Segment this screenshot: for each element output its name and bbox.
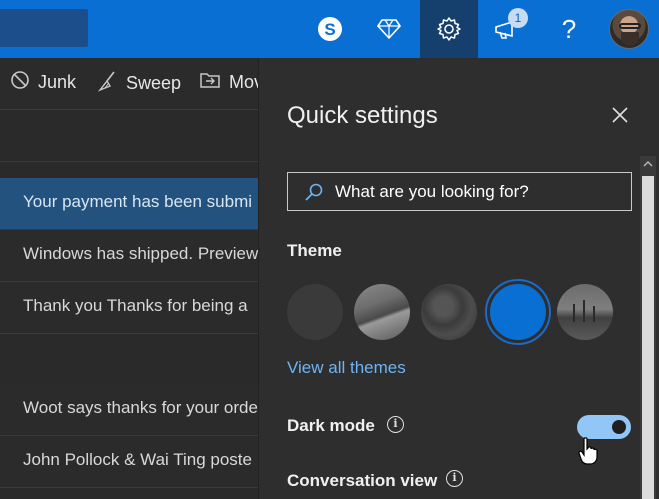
skype-button[interactable]: S bbox=[301, 0, 359, 58]
dark-mode-label: Dark mode bbox=[287, 416, 375, 435]
search-placeholder: What are you looking for? bbox=[335, 182, 529, 201]
theme-swatch-texture[interactable] bbox=[421, 284, 477, 340]
help-icon: ? bbox=[561, 13, 577, 44]
settings-button[interactable] bbox=[420, 0, 478, 58]
info-icon[interactable]: i bbox=[446, 470, 463, 487]
theme-heading: Theme bbox=[287, 241, 342, 260]
panel-title: Quick settings bbox=[287, 102, 438, 129]
whats-new-button[interactable]: 1 bbox=[480, 0, 538, 58]
settings-search-input[interactable]: What are you looking for? bbox=[287, 172, 632, 211]
sweep-command[interactable]: Sweep bbox=[96, 70, 181, 97]
account-button[interactable] bbox=[600, 0, 658, 58]
premium-diamond-icon bbox=[377, 18, 401, 40]
message-preview: Woot says thanks for your orde bbox=[23, 398, 258, 417]
list-item[interactable]: Woot says thanks for your orde bbox=[0, 384, 260, 436]
theme-swatch-dark[interactable] bbox=[287, 284, 343, 340]
list-group-header bbox=[0, 110, 260, 162]
theme-swatch-blue-selected[interactable] bbox=[485, 279, 551, 345]
close-button[interactable] bbox=[609, 104, 631, 126]
avatar bbox=[609, 9, 649, 49]
toggle-knob bbox=[612, 420, 626, 434]
message-preview: Your payment has been submi bbox=[23, 192, 253, 211]
hand-cursor-icon bbox=[578, 437, 598, 470]
close-icon bbox=[609, 107, 631, 130]
list-item[interactable]: Windows has shipped. Preview bbox=[0, 230, 260, 282]
junk-label: Junk bbox=[38, 72, 77, 92]
sweep-label: Sweep bbox=[126, 73, 182, 93]
panel-scrollbar[interactable] bbox=[640, 156, 656, 499]
svg-text:S: S bbox=[324, 20, 335, 39]
theme-swatch-palms[interactable] bbox=[557, 284, 613, 340]
message-preview: Thank you Thanks for being a bbox=[23, 296, 248, 315]
skype-icon: S bbox=[316, 15, 344, 43]
dark-mode-toggle[interactable] bbox=[577, 415, 631, 439]
search-icon bbox=[304, 182, 324, 207]
move-to-folder-icon bbox=[199, 70, 221, 95]
broom-icon bbox=[96, 70, 118, 97]
move-command[interactable]: Mov bbox=[199, 70, 263, 95]
list-item[interactable]: Your payment has been submi bbox=[0, 178, 260, 230]
message-preview: John Pollock & Wai Ting poste bbox=[23, 450, 252, 469]
theme-swatch-landscape[interactable] bbox=[354, 284, 410, 340]
message-list: Your payment has been submi Windows has … bbox=[0, 110, 260, 499]
search-box[interactable] bbox=[0, 9, 88, 47]
top-bar: S 1 ? bbox=[0, 0, 659, 58]
settings-gear-icon bbox=[436, 16, 462, 42]
list-group-header bbox=[0, 334, 260, 386]
list-item[interactable]: John Pollock & Wai Ting poste bbox=[0, 436, 260, 488]
block-icon bbox=[10, 70, 30, 95]
info-icon[interactable]: i bbox=[387, 416, 404, 433]
list-item[interactable]: Thank you Thanks for being a bbox=[0, 282, 260, 334]
notification-badge: 1 bbox=[508, 8, 528, 28]
help-button[interactable]: ? bbox=[540, 0, 598, 58]
premium-button[interactable] bbox=[360, 0, 418, 58]
scroll-thumb[interactable] bbox=[642, 176, 654, 499]
conversation-view-label: Conversation view bbox=[287, 471, 438, 490]
scroll-up-icon[interactable] bbox=[640, 156, 656, 172]
message-preview: Windows has shipped. Preview bbox=[23, 244, 259, 263]
junk-command[interactable]: Junk bbox=[10, 70, 76, 95]
view-all-themes-link[interactable]: View all themes bbox=[287, 358, 406, 378]
quick-settings-panel: Quick settings What are you looking for?… bbox=[258, 58, 659, 499]
